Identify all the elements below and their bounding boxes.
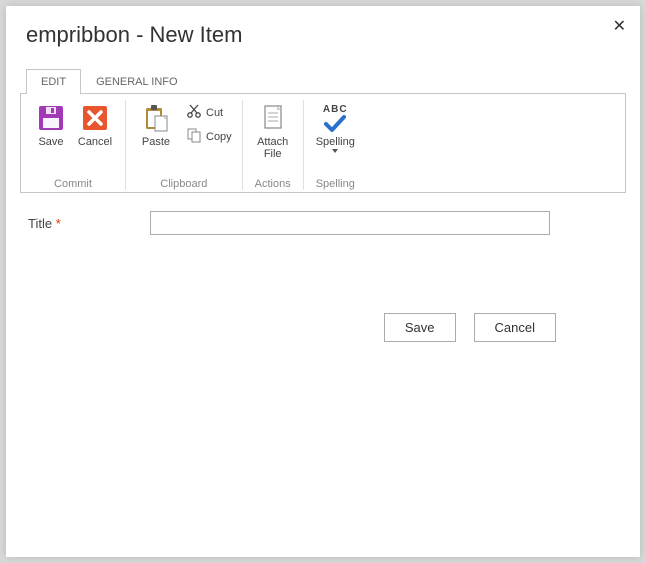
title-input[interactable]	[150, 211, 550, 235]
ribbon-cancel-label: Cancel	[78, 136, 112, 148]
ribbon-spelling-label: Spelling	[316, 136, 355, 148]
attach-file-icon	[257, 102, 289, 134]
ribbon-tabs: EDIT GENERAL INFO	[26, 66, 626, 94]
close-button[interactable]: ✕	[613, 16, 626, 36]
close-icon: ✕	[613, 18, 626, 35]
ribbon-copy-label: Copy	[206, 131, 232, 143]
ribbon-attach-file-button[interactable]: Attach File	[251, 100, 295, 162]
ribbon-save-label: Save	[38, 136, 63, 148]
ribbon-group-clipboard: Paste Cut	[126, 100, 243, 190]
ribbon-group-actions-label: Actions	[255, 175, 291, 190]
required-marker: *	[56, 216, 61, 231]
paste-icon	[140, 102, 172, 134]
ribbon-group-actions: Attach File Actions	[243, 100, 304, 190]
ribbon-copy-button[interactable]: Copy	[184, 126, 234, 147]
spelling-icon: ABC	[319, 102, 351, 134]
ribbon-save-button[interactable]: Save	[29, 100, 73, 150]
ribbon-group-clipboard-label: Clipboard	[160, 175, 207, 190]
ribbon-spelling-button[interactable]: ABC Spelling	[312, 100, 359, 155]
chevron-down-icon	[332, 149, 338, 153]
tab-edit[interactable]: EDIT	[26, 69, 81, 94]
cut-icon	[186, 103, 202, 122]
dialog-title: empribbon - New Item	[26, 22, 626, 48]
ribbon-group-spelling: ABC Spelling Spelling	[304, 100, 367, 190]
title-label-text: Title	[28, 216, 52, 231]
copy-icon	[186, 127, 202, 146]
save-icon	[35, 102, 67, 134]
ribbon-group-commit: Save Cancel Commit	[21, 100, 126, 190]
save-button[interactable]: Save	[384, 313, 456, 342]
ribbon-cancel-button[interactable]: Cancel	[73, 100, 117, 150]
cancel-icon	[79, 102, 111, 134]
form-area: Title *	[20, 193, 626, 253]
dialog-button-row: Save Cancel	[20, 313, 626, 342]
cancel-button[interactable]: Cancel	[474, 313, 556, 342]
ribbon-cut-button[interactable]: Cut	[184, 102, 234, 123]
ribbon: Save Cancel Commit	[20, 93, 626, 193]
new-item-dialog: ✕ empribbon - New Item EDIT GENERAL INFO	[6, 6, 640, 557]
spelling-abc-text: ABC	[323, 104, 348, 115]
tab-general-info[interactable]: GENERAL INFO	[81, 69, 193, 94]
ribbon-paste-label: Paste	[142, 136, 170, 148]
ribbon-group-commit-label: Commit	[54, 175, 92, 190]
form-row-title: Title *	[28, 211, 618, 235]
ribbon-paste-button[interactable]: Paste	[134, 100, 178, 150]
ribbon-cut-label: Cut	[206, 107, 223, 119]
ribbon-attach-file-label: Attach File	[257, 136, 288, 160]
title-label: Title *	[28, 216, 138, 231]
ribbon-group-spelling-label: Spelling	[316, 175, 355, 190]
